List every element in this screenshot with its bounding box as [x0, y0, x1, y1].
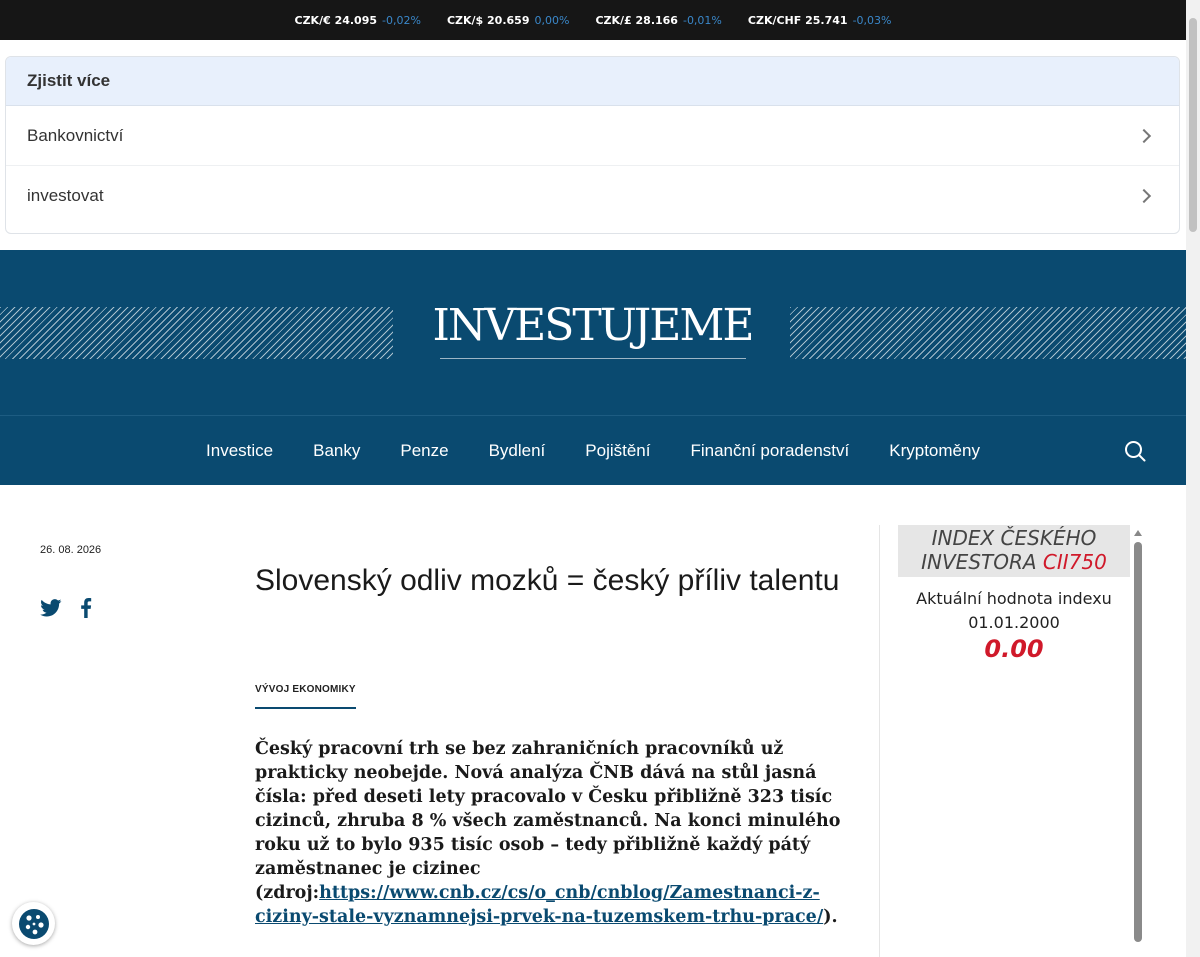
ticker-item: CZK/CHF 25.741 -0,03%: [748, 14, 892, 27]
ticker-item: CZK/€ 24.095 -0,02%: [295, 14, 421, 27]
currency-ticker: CZK/€ 24.095 -0,02% CZK/$ 20.659 0,00% CZK…: [0, 0, 1186, 40]
logo-underline: [440, 358, 746, 359]
sidebar-divider: [879, 525, 880, 957]
article-date: 26. 08. 2026: [40, 544, 102, 556]
scroll-up-arrow-icon[interactable]: [1134, 530, 1142, 536]
learn-more-item-banking[interactable]: Bankovnictví: [6, 106, 1179, 166]
learn-more-title: Zjistit více: [6, 57, 1179, 106]
ticker-change: 0,00%: [534, 13, 570, 27]
index-value-label: Aktuální hodnota indexu: [916, 589, 1112, 608]
nav-item-financni-poradenstvi[interactable]: Finanční poradenství: [690, 441, 849, 461]
twitter-icon[interactable]: [40, 599, 62, 617]
nav-item-banky[interactable]: Banky: [313, 441, 360, 461]
article-lead-end: ).: [823, 907, 838, 927]
ticker-change: -0,01%: [682, 13, 722, 27]
article-category[interactable]: VÝVOJ EKONOMIKY: [255, 684, 356, 709]
ticker-item: CZK/$ 20.659 0,00%: [447, 14, 569, 27]
nav-item-bydleni[interactable]: Bydlení: [489, 441, 546, 461]
index-widget-title: INDEX ČESKÉHO INVESTORA CII750: [898, 525, 1130, 577]
ticker-change: -0,02%: [382, 13, 421, 27]
index-value: 0.00: [984, 635, 1044, 663]
page-scrollbar-thumb[interactable]: [1189, 18, 1197, 232]
nav-item-pojisteni[interactable]: Pojištění: [585, 441, 650, 461]
learn-more-item-label: Bankovnictví: [27, 125, 124, 145]
cookie-icon: [18, 908, 49, 939]
search-icon[interactable]: [1124, 440, 1146, 462]
index-value-date: 01.01.2000: [968, 613, 1060, 632]
nav-item-penze[interactable]: Penze: [400, 441, 448, 461]
ticker-item: CZK/£ 28.166 -0,01%: [595, 14, 721, 27]
ticker-pair: CZK/£ 28.166: [595, 13, 678, 27]
investor-index-widget: INDEX ČESKÉHO INVESTORA CII750 Aktuální …: [898, 525, 1130, 663]
nav-item-investice[interactable]: Investice: [206, 441, 273, 461]
chevron-right-icon: [1136, 188, 1152, 204]
article-source-link[interactable]: https://www.cnb.cz/cs/o_cnb/cnblog/Zames…: [255, 883, 823, 927]
decorative-hatch-right: [790, 307, 1186, 359]
share-buttons: [40, 598, 92, 618]
chevron-right-icon: [1136, 128, 1152, 143]
index-code: CII750: [1042, 550, 1107, 574]
article-lead-text: Český pracovní trh se bez zahraničních p…: [255, 739, 841, 903]
ticker-change: -0,03%: [852, 13, 892, 27]
ticker-pair: CZK/$ 20.659: [446, 13, 530, 27]
learn-more-item-invest[interactable]: investovat: [6, 166, 1179, 226]
masthead: INVESTUJEME: [0, 250, 1186, 415]
site-logo[interactable]: INVESTUJEME: [400, 300, 785, 351]
widget-scrollbar[interactable]: [1131, 530, 1145, 950]
ticker-pair: CZK/€ 24.095: [294, 13, 378, 27]
facebook-icon[interactable]: [80, 598, 92, 618]
main-nav: Investice Banky Penze Bydlení Pojištění …: [0, 415, 1186, 485]
learn-more-panel: Zjistit více Bankovnictví investovat: [5, 56, 1180, 234]
widget-scrollbar-thumb[interactable]: [1134, 542, 1142, 942]
ticker-pair: CZK/CHF 25.741: [747, 13, 848, 27]
cookie-settings-button[interactable]: [12, 902, 55, 945]
nav-item-kryptomeny[interactable]: Kryptoměny: [889, 441, 980, 461]
article-title: Slovenský odliv mozků = český příliv tal…: [255, 564, 840, 597]
decorative-hatch-left: [0, 307, 393, 359]
page-scrollbar[interactable]: [1186, 0, 1200, 957]
article-lead: Český pracovní trh se bez zahraničních p…: [255, 737, 860, 929]
page: CZK/€ 24.095 -0,02% CZK/$ 20.659 0,00% CZK…: [0, 0, 1200, 957]
learn-more-item-label: investovat: [27, 186, 104, 205]
